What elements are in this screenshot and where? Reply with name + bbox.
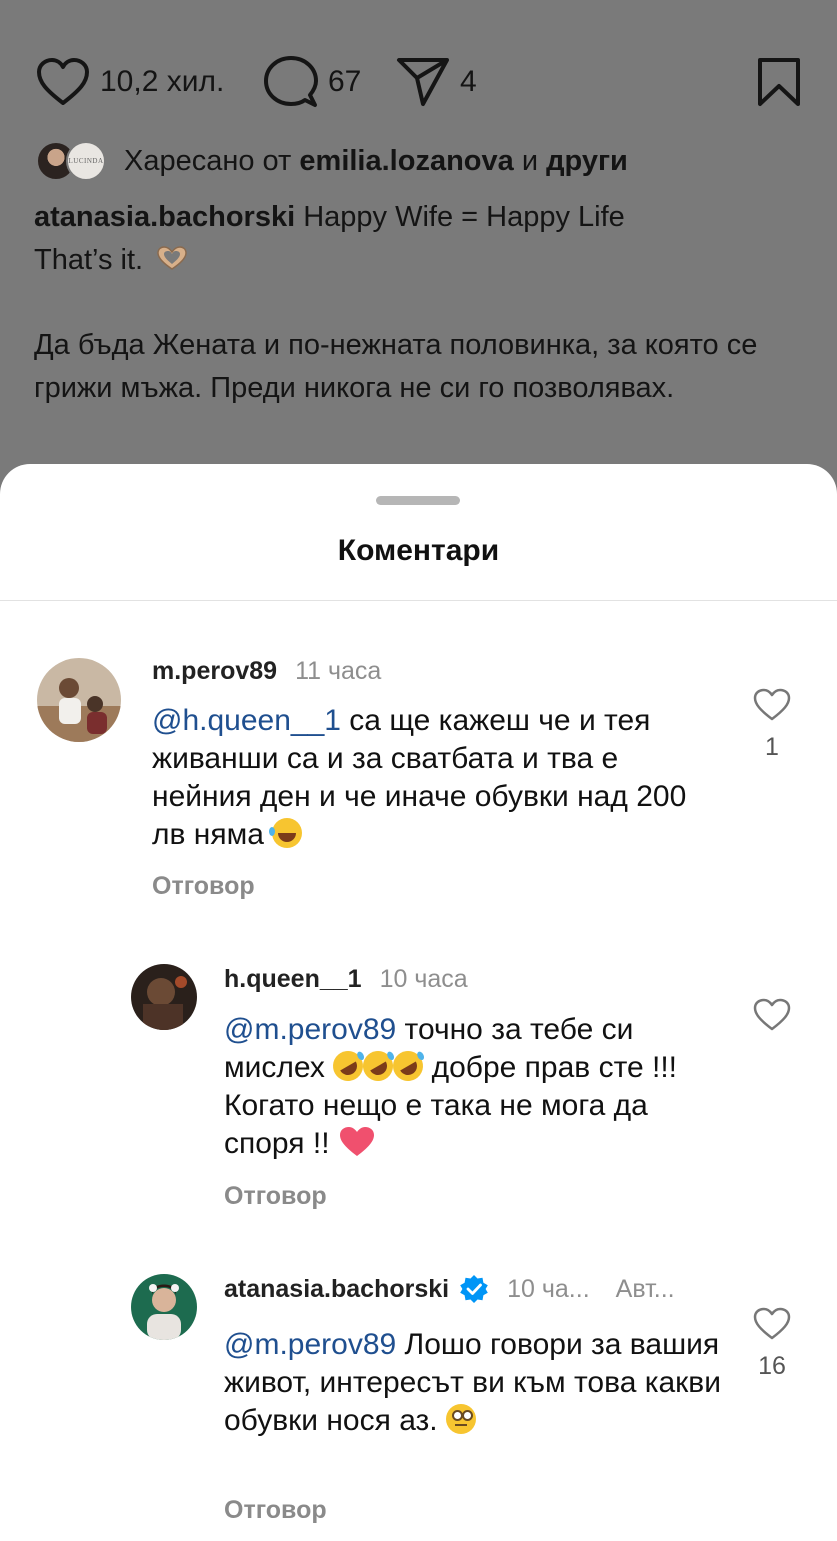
share-action[interactable]: 4 — [396, 50, 477, 114]
comment-header: h.queen__1 10 часа — [224, 964, 468, 994]
post-caption: atanasia.bachorski Happy Wife = Happy Li… — [34, 201, 758, 404]
bookmark-icon — [758, 58, 800, 106]
reply-button[interactable]: Отговор — [224, 1496, 327, 1525]
mention-link[interactable]: @m.perov89 — [224, 1013, 396, 1046]
caption-username[interactable]: atanasia.bachorski — [34, 201, 295, 233]
comment-header: m.perov89 11 часа — [152, 656, 381, 686]
eye-roll-emoji-icon — [445, 1404, 476, 1434]
author-label: Авт... — [615, 1274, 675, 1303]
sheet-title: Коментари — [337, 534, 500, 567]
heart-icon — [753, 688, 791, 721]
avatar-photo-icon — [37, 658, 121, 742]
drag-handle[interactable] — [376, 496, 460, 505]
likes-count: 10,2 хил. — [100, 65, 225, 98]
mention-link[interactable]: @m.perov89 — [224, 1328, 396, 1361]
comment-text: @m.perov89 точно за тебе си мислех добре… — [224, 1013, 677, 1160]
comment-text: @h.queen__1 са ще кажеш че и тея живанши… — [152, 704, 687, 851]
reply-button[interactable]: Отговор — [152, 872, 255, 901]
like-action[interactable]: 10,2 хил. — [36, 50, 224, 114]
comments-count: 67 — [328, 65, 362, 98]
comment-like[interactable]: 16 — [742, 1307, 802, 1381]
red-heart-emoji-icon — [339, 1127, 374, 1156]
comment-like-count: 1 — [765, 733, 779, 761]
heart-icon — [37, 58, 89, 105]
laughing-emoji-icon — [269, 818, 303, 848]
comment-action[interactable]: 67 — [264, 50, 361, 114]
comment-time: 10 часа — [379, 964, 468, 993]
verified-badge-icon — [460, 1275, 488, 1303]
comment-username[interactable]: m.perov89 — [152, 657, 277, 686]
liker-avatar: LUCINDA — [66, 141, 106, 181]
comment-text: @m.perov89 Лошо говори за вашия живот, и… — [224, 1328, 722, 1437]
comment-username[interactable]: h.queen__1 — [224, 965, 362, 994]
avatar[interactable] — [37, 658, 121, 742]
send-icon — [397, 58, 449, 106]
liked-by-row[interactable]: LUCINDA Харесано от emilia.lozanova и др… — [36, 138, 628, 184]
avatar[interactable] — [131, 1274, 197, 1340]
comment-icon — [264, 56, 318, 107]
comment-username[interactable]: atanasia.bachorski — [224, 1275, 449, 1304]
avatar-photo-icon — [131, 1274, 197, 1340]
comments-sheet: Коментари m.perov89 11 часа @h.queen__1 … — [0, 464, 837, 1541]
mention-link[interactable]: @h.queen__1 — [152, 704, 341, 737]
rofl-emoji-icon — [387, 1045, 429, 1087]
divider — [0, 600, 837, 601]
save-action[interactable] — [757, 50, 801, 114]
comment-like[interactable] — [742, 998, 802, 1037]
comment-time: 11 часа — [295, 656, 382, 685]
reply-button[interactable]: Отговор — [224, 1182, 327, 1211]
post-actions-bar: 10,2 хил. 67 4 — [36, 50, 801, 114]
shares-count: 4 — [460, 65, 477, 98]
liked-by-text: Харесано от emilia.lozanova и други — [124, 144, 628, 177]
heart-icon — [753, 1307, 791, 1340]
post-background: 10,2 хил. 67 4 LUCINDA Харесано от emili… — [0, 0, 837, 520]
heart-icon — [753, 998, 791, 1031]
avatar[interactable] — [131, 964, 197, 1030]
comment-header: atanasia.bachorski 10 ча... Авт... — [224, 1274, 675, 1304]
heart-hands-emoji-icon — [157, 246, 187, 270]
comment-like[interactable]: 1 — [742, 688, 802, 762]
comment-like-count: 16 — [758, 1352, 786, 1380]
comment-time: 10 ча... — [507, 1274, 590, 1303]
avatar-photo-icon — [131, 964, 197, 1030]
